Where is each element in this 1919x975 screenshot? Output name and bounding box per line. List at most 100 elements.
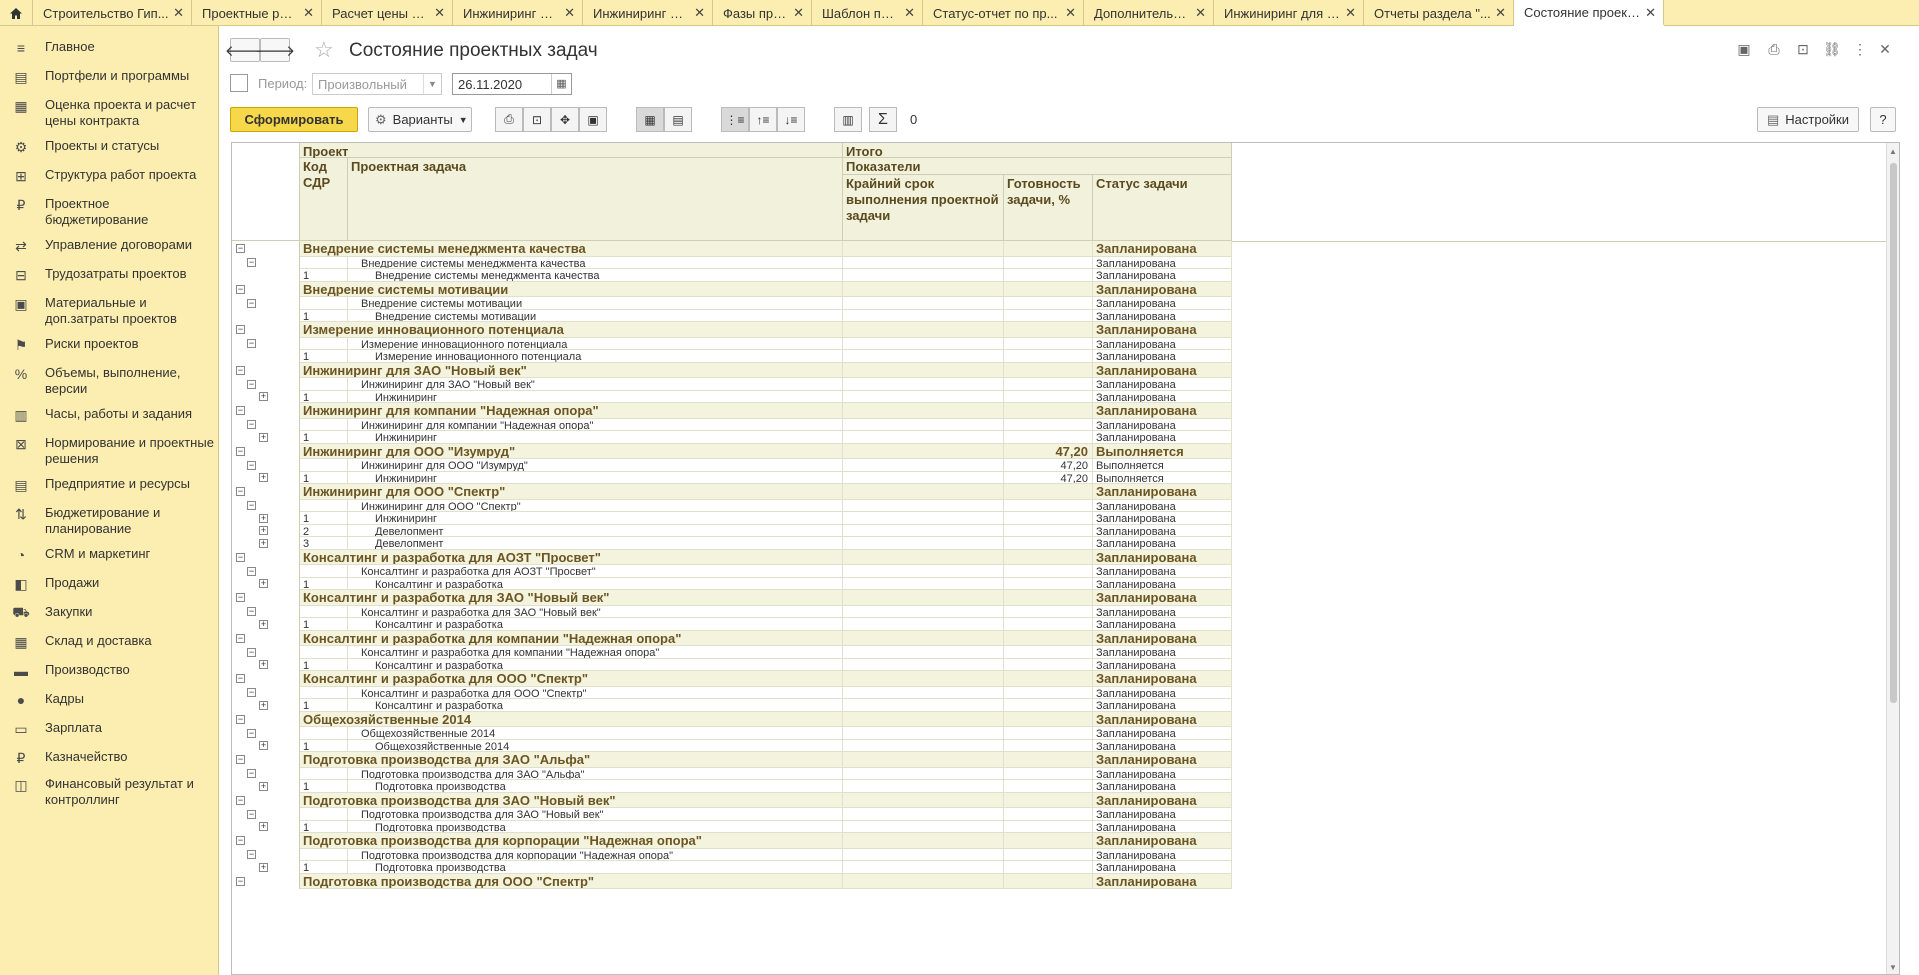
sidebar-item-14[interactable]: ⇅ Бюджетирование и планирование xyxy=(0,505,219,536)
sort-asc-icon[interactable]: ↑≡ xyxy=(749,107,777,132)
close-icon[interactable]: ✕ xyxy=(303,5,314,21)
period-checkbox[interactable] xyxy=(230,74,248,92)
expand-icon[interactable]: + xyxy=(259,526,268,536)
settings-button[interactable]: ▤ Настройки xyxy=(1757,107,1859,132)
expand-icon[interactable]: + xyxy=(259,579,268,589)
collapse-icon[interactable]: − xyxy=(236,406,245,416)
collapse-icon[interactable]: − xyxy=(236,325,245,335)
move-icon[interactable]: ✥ xyxy=(551,107,579,132)
collapse-icon[interactable]: − xyxy=(236,446,245,456)
sidebar-item-1[interactable]: ▤ Портфели и программы xyxy=(0,68,219,98)
date-input[interactable]: 26.11.2020 ▦ xyxy=(452,73,572,95)
collapse-icon[interactable]: − xyxy=(247,688,256,698)
link-icon[interactable]: ⛓ xyxy=(1823,41,1841,59)
preview-icon[interactable]: ⊡ xyxy=(1794,41,1812,59)
chevron-down-icon[interactable]: ▼ xyxy=(423,74,441,94)
sum-icon[interactable]: Σ xyxy=(869,107,897,132)
preview-icon[interactable]: ⊡ xyxy=(523,107,551,132)
expand-icon[interactable]: + xyxy=(259,700,268,710)
collapse-icon[interactable]: − xyxy=(236,674,245,684)
tab-8[interactable]: Дополнительные о...✕ xyxy=(1084,0,1214,26)
tab-9[interactable]: Инжиниринг для О... ✕ xyxy=(1214,0,1364,26)
tab-2[interactable]: Расчет цены контр...✕ xyxy=(322,0,453,26)
tab-6[interactable]: Шаблон проекта:✕ xyxy=(812,0,923,26)
scroll-up-icon[interactable]: ▲ xyxy=(1889,147,1897,156)
print-icon[interactable]: ⎙ xyxy=(1765,41,1783,59)
tab-5[interactable]: Фазы проектов✕ xyxy=(713,0,812,26)
close-icon[interactable]: ✕ xyxy=(1065,5,1076,21)
sidebar-item-10[interactable]: % Объемы, выполнение, версии xyxy=(0,365,219,396)
collapse-icon[interactable]: − xyxy=(247,607,256,617)
close-icon[interactable]: ✕ xyxy=(793,5,804,21)
collapse-icon[interactable]: − xyxy=(247,647,256,657)
forward-button[interactable]: 🡒 xyxy=(255,38,295,62)
table-edit-icon[interactable]: ▤ xyxy=(664,107,692,132)
sidebar-item-2[interactable]: ▦ Оценка проекта и расчет цены контракта xyxy=(0,97,219,128)
close-icon[interactable]: ✕ xyxy=(694,5,705,21)
expand-icon[interactable]: + xyxy=(259,432,268,442)
home-icon[interactable] xyxy=(0,0,33,26)
tab-4[interactable]: Инжиниринг для О...✕ xyxy=(583,0,713,26)
close-icon[interactable]: ✕ xyxy=(564,5,575,21)
sidebar-item-21[interactable]: ▭ Зарплата xyxy=(0,720,219,750)
collapse-icon[interactable]: − xyxy=(247,566,256,576)
sidebar-item-12[interactable]: ⊠ Нормирование и проектные решения xyxy=(0,435,219,466)
close-icon[interactable]: ✕ xyxy=(1876,41,1894,59)
collapse-icon[interactable]: − xyxy=(236,284,245,294)
collapse-icon[interactable]: − xyxy=(236,365,245,375)
tab-11[interactable]: Состояние проект... ✕ xyxy=(1514,0,1664,26)
more-icon[interactable]: ⋮ xyxy=(1851,41,1869,59)
help-button[interactable]: ? xyxy=(1870,107,1896,132)
close-icon[interactable]: ✕ xyxy=(173,5,184,21)
collapse-icon[interactable]: − xyxy=(247,728,256,738)
tab-7[interactable]: Статус-отчет по пр... ✕ xyxy=(923,0,1084,26)
collapse-icon[interactable]: − xyxy=(247,420,256,430)
close-icon[interactable]: ✕ xyxy=(904,5,915,21)
sidebar-item-0[interactable]: ≡ Главное xyxy=(0,39,219,69)
collapse-icon[interactable]: − xyxy=(236,876,245,886)
sidebar-item-16[interactable]: ◧ Продажи xyxy=(0,575,219,605)
sidebar-item-9[interactable]: ⚑ Риски проектов xyxy=(0,336,219,366)
sidebar-item-17[interactable]: ⛟ Закупки xyxy=(0,604,219,634)
variants-button[interactable]: ⚙ Варианты ▼ xyxy=(368,107,472,132)
sidebar-item-18[interactable]: ▦ Склад и доставка xyxy=(0,633,219,663)
expand-icon[interactable]: + xyxy=(259,392,268,402)
expand-icon[interactable]: + xyxy=(259,781,268,791)
collapse-icon[interactable]: − xyxy=(247,850,256,860)
sidebar-item-6[interactable]: ⇄ Управление договорами xyxy=(0,237,219,267)
period-select[interactable]: Произвольный ▼ xyxy=(312,73,442,95)
save-icon[interactable]: ▣ xyxy=(1735,41,1753,59)
tab-10[interactable]: Отчеты раздела "... ✕ xyxy=(1364,0,1514,26)
sidebar-item-20[interactable]: ● Кадры xyxy=(0,691,219,721)
collapse-icon[interactable]: − xyxy=(247,769,256,779)
close-icon[interactable]: ✕ xyxy=(1645,5,1656,21)
collapse-icon[interactable]: − xyxy=(236,633,245,643)
sidebar-item-5[interactable]: ₽ Проектное бюджетирование xyxy=(0,196,219,227)
tab-3[interactable]: Инжиниринг для О...✕ xyxy=(453,0,583,26)
collapse-icon[interactable]: − xyxy=(247,809,256,819)
collapse-icon[interactable]: − xyxy=(236,795,245,805)
collapse-icon[interactable]: − xyxy=(236,552,245,562)
expand-icon[interactable]: + xyxy=(259,473,268,483)
generate-button[interactable]: Сформировать xyxy=(230,107,358,132)
scroll-thumb[interactable] xyxy=(1890,163,1897,703)
expand-icon[interactable]: + xyxy=(259,619,268,629)
sidebar-item-23[interactable]: ◫ Финансовый результат и контроллинг xyxy=(0,776,219,807)
chart-icon[interactable]: ▥ xyxy=(834,107,862,132)
sidebar-item-4[interactable]: ⊞ Структура работ проекта xyxy=(0,167,219,197)
table-view-icon[interactable]: ▦ xyxy=(636,107,664,132)
collapse-icon[interactable]: − xyxy=(236,836,245,846)
sidebar-item-11[interactable]: ▥ Часы, работы и задания xyxy=(0,406,219,436)
collapse-icon[interactable]: − xyxy=(247,298,256,308)
tree-icon[interactable]: ⋮≡ xyxy=(721,107,749,132)
sidebar-item-22[interactable]: ₽ Казначейство xyxy=(0,749,219,779)
expand-icon[interactable]: + xyxy=(259,862,268,872)
close-icon[interactable]: ✕ xyxy=(1345,5,1356,21)
calendar-icon[interactable]: ▦ xyxy=(551,74,571,94)
vertical-scrollbar[interactable]: ▲ ▼ xyxy=(1886,143,1899,974)
scroll-down-icon[interactable]: ▼ xyxy=(1889,963,1897,972)
save-icon[interactable]: ▣ xyxy=(579,107,607,132)
collapse-icon[interactable]: − xyxy=(236,593,245,603)
collapse-icon[interactable]: − xyxy=(247,379,256,389)
expand-icon[interactable]: + xyxy=(259,822,268,832)
